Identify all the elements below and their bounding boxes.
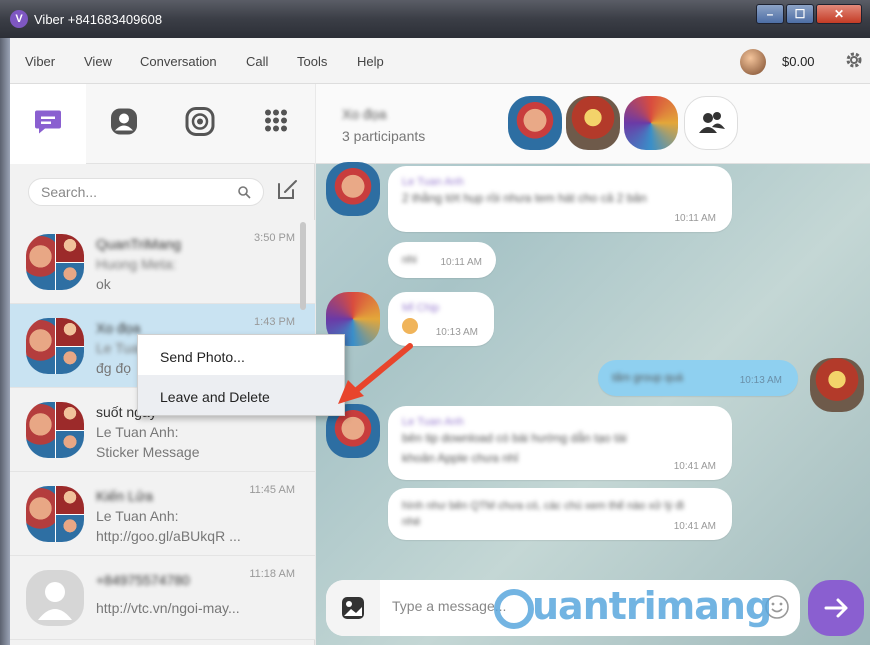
message-time: 10:41 AM: [673, 461, 716, 472]
maximize-button[interactable]: ☐: [786, 4, 814, 24]
conversation-sender: Le Tuan Anh:: [96, 424, 179, 440]
participant-avatar[interactable]: [566, 96, 620, 150]
message-sender: Le Tuan Anh: [402, 176, 464, 188]
conversation-item[interactable]: QuanTriMang Huong Meta: ok 3:50 PM: [10, 220, 315, 304]
message-sender: Mỉ Chịp: [402, 302, 440, 314]
message-time: 10:11 AM: [440, 257, 482, 268]
group-avatar: [26, 402, 84, 458]
list-scrollbar[interactable]: [300, 222, 306, 310]
conversation-time: 11:45 AM: [249, 484, 295, 496]
group-icon: [699, 112, 725, 133]
participant-avatar[interactable]: [508, 96, 562, 150]
participant-count[interactable]: 3 participants: [342, 128, 425, 144]
annotation-arrow: [338, 343, 413, 404]
conversation-name: Xo đọa: [96, 320, 141, 336]
message-text: hình như bên QTM chưa có, các chú xem th…: [402, 500, 684, 528]
message-bubble[interactable]: Le Tuan Anh 2 thằng tớt hụp rồi nhưa tem…: [388, 166, 732, 232]
conversation-item[interactable]: +84975574780 http://vtc.vn/ngoi-may... 1…: [10, 556, 315, 640]
sender-avatar[interactable]: [326, 162, 380, 216]
message-time: 10:11 AM: [674, 213, 716, 224]
conversation-name: QuanTriMang: [96, 236, 182, 252]
sidebar-tabs: [10, 84, 315, 164]
menu-viber[interactable]: Viber: [25, 54, 55, 69]
menu-conversation[interactable]: Conversation: [140, 54, 217, 69]
contact-icon: [109, 107, 139, 142]
chat-bubble-icon: [33, 107, 63, 142]
attach-photo-button[interactable]: [326, 580, 380, 636]
search-row: [10, 164, 315, 220]
menu-view[interactable]: View: [84, 54, 112, 69]
menu-call[interactable]: Call: [246, 54, 268, 69]
watermark-text: uantrimang: [532, 584, 772, 628]
menu-help[interactable]: Help: [357, 54, 384, 69]
message-sender: Le Tuan Anh: [402, 416, 464, 428]
gear-icon[interactable]: [844, 50, 864, 70]
participant-avatar[interactable]: [624, 96, 678, 150]
conversation-preview: ok: [96, 276, 111, 292]
window-controls: – ☐ ✕: [756, 4, 862, 24]
message-text: bên tip download có bài hướng dẫn tạo tà…: [402, 431, 627, 465]
default-avatar: [26, 570, 84, 626]
send-button[interactable]: [808, 580, 864, 636]
conversation-preview: http://vtc.vn/ngoi-may...: [96, 600, 240, 616]
group-avatar: [26, 234, 84, 290]
message-bubble[interactable]: hình như bên QTM chưa có, các chú xem th…: [388, 488, 732, 540]
tab-public-chats[interactable]: [162, 84, 238, 164]
message-bubble[interactable]: Le Tuan Anh bên tip download có bài hướn…: [388, 406, 732, 480]
menu-item-leave-and-delete[interactable]: Leave and Delete: [138, 375, 344, 415]
message-bubble[interactable]: nhi 10:11 AM: [388, 242, 496, 278]
group-avatar: [26, 486, 84, 542]
user-avatar[interactable]: [740, 49, 766, 75]
conversation-time: 3:50 PM: [254, 232, 295, 244]
window-title: Viber +841683409608: [34, 12, 163, 27]
conversation-preview: đg đọ: [96, 360, 132, 376]
message-bubble-outgoing[interactable]: tấm group quá 10:13 AM: [598, 360, 798, 396]
group-info-button[interactable]: [684, 96, 738, 150]
title-bar: V Viber +841683409608 – ☐ ✕: [0, 0, 870, 38]
window-left-edge: [0, 38, 10, 645]
watermark-q-icon: [494, 588, 534, 629]
message-bubble[interactable]: Mỉ Chịp 10:13 AM: [388, 292, 494, 346]
conversation-time: 1:43 PM: [254, 316, 295, 328]
public-chat-icon: [185, 107, 215, 142]
chat-title: Xo đọa: [342, 106, 387, 122]
conversation-sender: Huong Meta:: [96, 256, 177, 272]
conversation-sender: Le Tuan Anh:: [96, 508, 179, 524]
viber-logo-icon: V: [10, 10, 28, 28]
message-text: 2 thằng tớt hụp rồi nhưa tem hát cho cả …: [402, 191, 647, 205]
watermark-logo: uantrimang: [494, 584, 772, 629]
conversation-name: +84975574780: [96, 572, 190, 588]
minimize-button[interactable]: –: [756, 4, 784, 24]
menu-tools[interactable]: Tools: [297, 54, 327, 69]
message-time: 10:13 AM: [435, 327, 478, 338]
tab-contacts[interactable]: [86, 84, 162, 164]
menu-bar: Viber View Conversation Call Tools Help …: [10, 38, 870, 84]
my-avatar[interactable]: [810, 358, 864, 412]
context-menu: Send Photo... Leave and Delete: [137, 334, 345, 416]
conversation-time: 11:18 AM: [249, 568, 295, 580]
conversation-name: Kiến Lửa: [96, 488, 153, 504]
conversation-preview: http://goo.gl/aBUkqR ...: [96, 528, 241, 544]
conversation-item[interactable]: Kiến Lửa Le Tuan Anh: http://goo.gl/aBUk…: [10, 472, 315, 556]
emoji-icon: [402, 318, 418, 334]
compose-icon[interactable]: [273, 176, 301, 209]
tab-chats[interactable]: [10, 84, 86, 164]
menu-item-send-photo[interactable]: Send Photo...: [138, 335, 344, 375]
message-time: 10:41 AM: [673, 521, 716, 532]
tab-more[interactable]: [238, 84, 314, 164]
arrow-right-icon: [824, 598, 848, 618]
message-time: 10:13 AM: [739, 375, 782, 386]
image-icon: [342, 597, 364, 619]
conversation-preview: Sticker Message: [96, 444, 200, 460]
search-box: [28, 178, 264, 206]
close-button[interactable]: ✕: [816, 4, 862, 24]
search-input[interactable]: [41, 184, 231, 200]
chat-header: Xo đọa 3 participants: [316, 84, 870, 164]
group-avatar: [26, 318, 84, 374]
viber-credit[interactable]: $0.00: [782, 54, 815, 69]
dialpad-icon: [261, 107, 291, 142]
search-icon[interactable]: [237, 185, 251, 204]
